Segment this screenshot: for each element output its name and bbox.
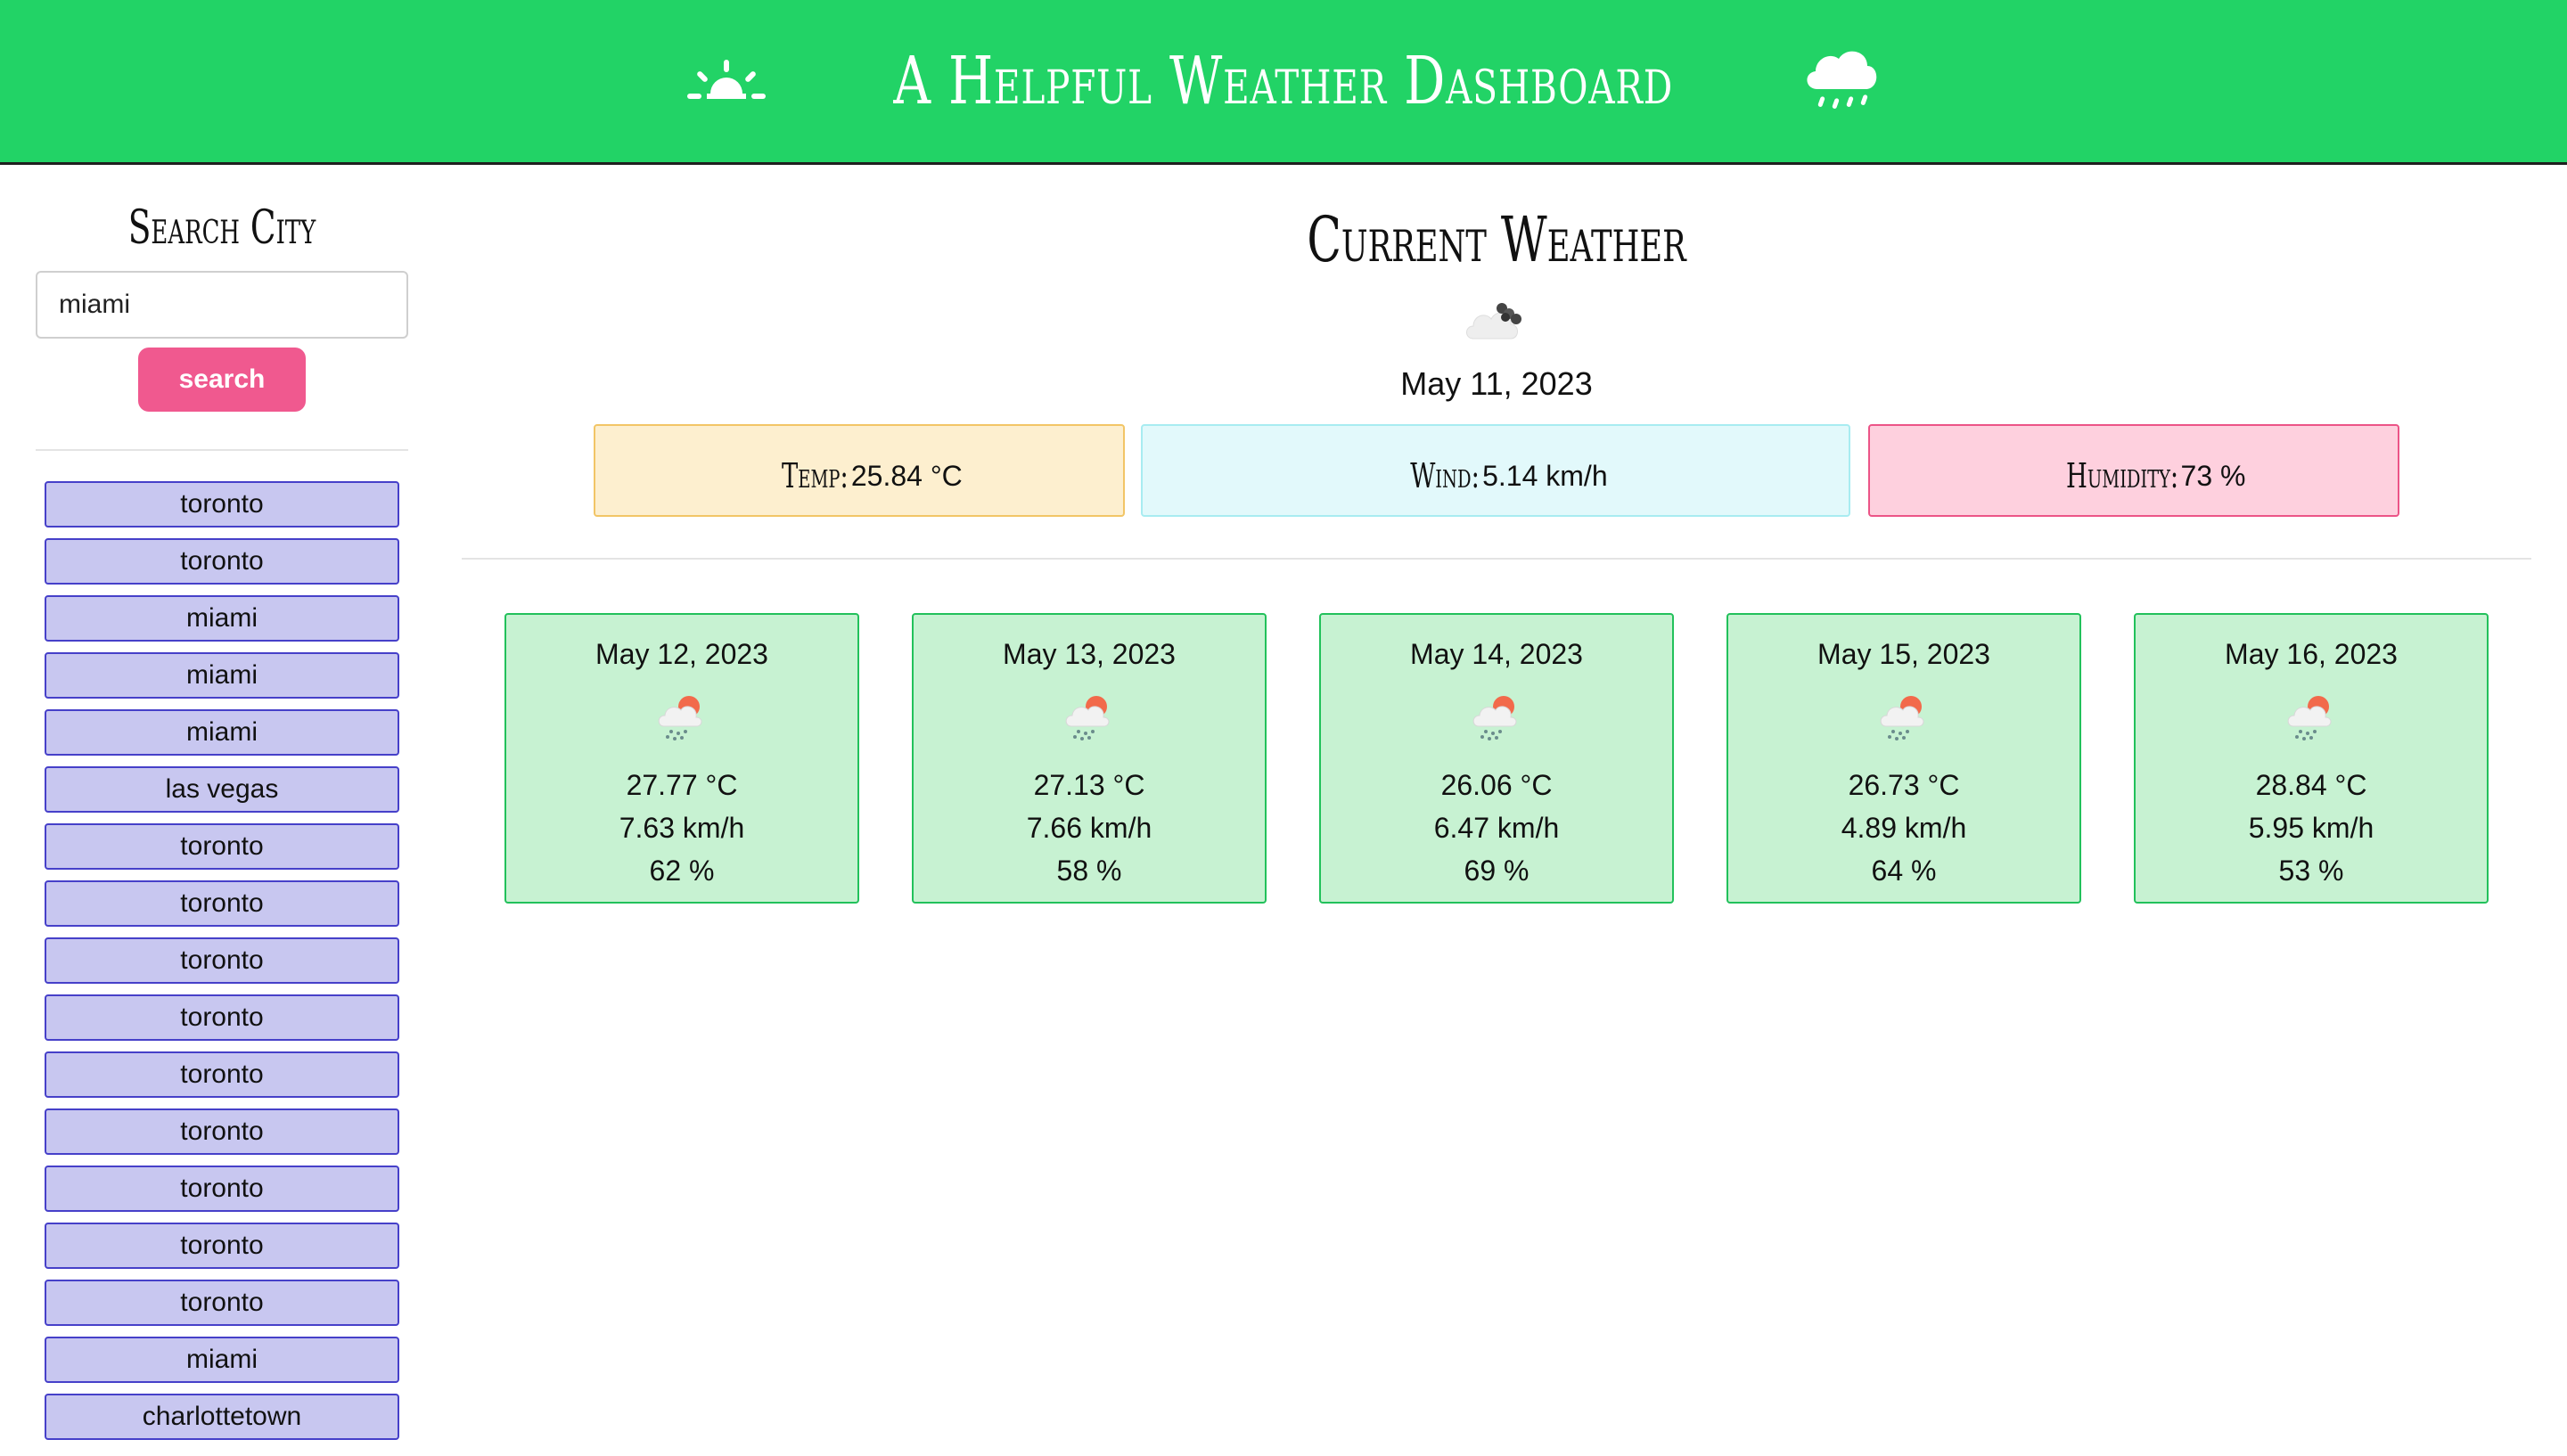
wind-value: 5.14 km/h	[1482, 459, 1608, 492]
search-input[interactable]	[36, 271, 408, 339]
history-city-button[interactable]: miami	[45, 709, 399, 756]
current-weather-icon-wrap	[462, 299, 2531, 342]
history-city-button[interactable]: miami	[45, 1337, 399, 1383]
main-divider	[462, 558, 2531, 560]
forecast-humidity: 58 %	[1056, 855, 1122, 887]
search-history-list: toronto toronto miami miami miami las ve…	[45, 481, 408, 1440]
cloud-with-wind-icon	[1466, 303, 1521, 339]
history-item: toronto	[45, 1051, 408, 1098]
forecast-humidity: 64 %	[1871, 855, 1937, 887]
forecast-date: May 13, 2023	[1003, 638, 1176, 670]
history-item: toronto	[45, 481, 408, 528]
forecast-card: May 14, 2023 26.06 °C 6.47 km/h 69 %	[1319, 613, 1674, 904]
history-city-button[interactable]: toronto	[45, 1051, 399, 1098]
history-item: toronto	[45, 1223, 408, 1269]
current-date: May 11, 2023	[1400, 365, 1593, 402]
humidity-label: Humidity:	[2065, 456, 2178, 495]
history-city-button[interactable]: toronto	[45, 994, 399, 1041]
humidity-value: 73 %	[2180, 459, 2246, 492]
rain-sun-icon	[2287, 696, 2332, 740]
forecast-humidity: 53 %	[2278, 855, 2344, 887]
forecast-date: May 15, 2023	[1817, 638, 1990, 670]
history-item: miami	[45, 595, 408, 642]
forecast-row: May 12, 2023 27.77 °C 7.63 km/h 62 % May…	[462, 613, 2531, 907]
temp-value: 25.84 °C	[850, 459, 963, 492]
forecast-date: May 14, 2023	[1410, 638, 1583, 670]
history-city-button[interactable]: charlottetown	[45, 1394, 399, 1440]
rain-sun-icon	[1065, 696, 1110, 740]
forecast-temp: 27.77 °C	[626, 769, 738, 801]
history-city-button[interactable]: toronto	[45, 937, 399, 984]
forecast-icon-wrap	[914, 691, 1265, 746]
sidebar: Search City search toronto toronto miami…	[36, 162, 408, 1451]
history-item: toronto	[45, 1166, 408, 1212]
temp-card: Temp: 25.84 °C	[594, 424, 1125, 517]
history-city-button[interactable]: toronto	[45, 1280, 399, 1326]
history-city-button[interactable]: las vegas	[45, 766, 399, 813]
header-content: A Helpful Weather Dashboard	[685, 43, 1881, 119]
history-item: charlottetown	[45, 1394, 408, 1440]
forecast-wind: 6.47 km/h	[1433, 812, 1560, 844]
rain-cloud-icon	[1807, 51, 1876, 109]
forecast-icon-wrap	[506, 691, 857, 746]
search-button[interactable]: search	[138, 348, 306, 412]
forecast-icon-wrap	[1728, 691, 2079, 746]
current-weather-heading: Current Weather	[1307, 203, 1686, 276]
rain-sun-icon	[658, 696, 702, 740]
forecast-temp: 26.73 °C	[1848, 769, 1960, 801]
history-item: miami	[45, 652, 408, 699]
forecast-card: May 12, 2023 27.77 °C 7.63 km/h 62 %	[504, 613, 859, 904]
forecast-wind: 5.95 km/h	[2248, 812, 2374, 844]
main-content: Current Weather May 11, 2023 Temp: 25.84…	[462, 162, 2531, 907]
forecast-humidity: 69 %	[1464, 855, 1530, 887]
history-item: toronto	[45, 937, 408, 984]
page-header: A Helpful Weather Dashboard	[0, 0, 2567, 165]
temp-label: Temp:	[782, 456, 849, 495]
sidebar-divider	[36, 449, 408, 451]
forecast-temp: 28.84 °C	[2255, 769, 2367, 801]
history-city-button[interactable]: toronto	[45, 823, 399, 870]
history-city-button[interactable]: toronto	[45, 1108, 399, 1155]
history-city-button[interactable]: miami	[45, 595, 399, 642]
page-title: A Helpful Weather Dashboard	[893, 43, 1674, 119]
history-city-button[interactable]: toronto	[45, 880, 399, 927]
forecast-card: May 16, 2023 28.84 °C 5.95 km/h 53 %	[2134, 613, 2489, 904]
rain-sun-icon	[1880, 696, 1924, 740]
forecast-date: May 16, 2023	[2225, 638, 2398, 670]
forecast-date: May 12, 2023	[595, 638, 768, 670]
forecast-icon-wrap	[2136, 691, 2487, 746]
forecast-icon-wrap	[1321, 691, 1672, 746]
forecast-wind: 7.63 km/h	[619, 812, 745, 844]
forecast-card: May 13, 2023 27.13 °C 7.66 km/h 58 %	[912, 613, 1267, 904]
forecast-wind: 4.89 km/h	[1841, 812, 1967, 844]
history-item: toronto	[45, 994, 408, 1041]
forecast-wind: 7.66 km/h	[1026, 812, 1152, 844]
sun-horizon-icon	[687, 60, 767, 99]
history-city-button[interactable]: toronto	[45, 538, 399, 585]
humidity-card: Humidity: 73 %	[1868, 424, 2399, 517]
rain-sun-icon	[1472, 696, 1517, 740]
history-item: toronto	[45, 823, 408, 870]
history-item: toronto	[45, 1280, 408, 1326]
history-item: las vegas	[45, 766, 408, 813]
current-stats: Temp: 25.84 °C Wind: 5.14 km/h Humidity:…	[462, 424, 2531, 522]
forecast-card: May 15, 2023 26.73 °C 4.89 km/h 64 %	[1726, 613, 2081, 904]
history-city-button[interactable]: toronto	[45, 481, 399, 528]
wind-label: Wind:	[1410, 456, 1480, 495]
history-city-button[interactable]: toronto	[45, 1166, 399, 1212]
history-item: miami	[45, 1337, 408, 1383]
history-item: toronto	[45, 538, 408, 585]
history-city-button[interactable]: toronto	[45, 1223, 399, 1269]
history-city-button[interactable]: miami	[45, 652, 399, 699]
history-item: miami	[45, 709, 408, 756]
forecast-temp: 26.06 °C	[1440, 769, 1553, 801]
search-heading: Search City	[127, 201, 316, 255]
history-item: toronto	[45, 880, 408, 927]
forecast-humidity: 62 %	[649, 855, 715, 887]
forecast-temp: 27.13 °C	[1033, 769, 1145, 801]
history-item: toronto	[45, 1108, 408, 1155]
wind-card: Wind: 5.14 km/h	[1141, 424, 1850, 517]
